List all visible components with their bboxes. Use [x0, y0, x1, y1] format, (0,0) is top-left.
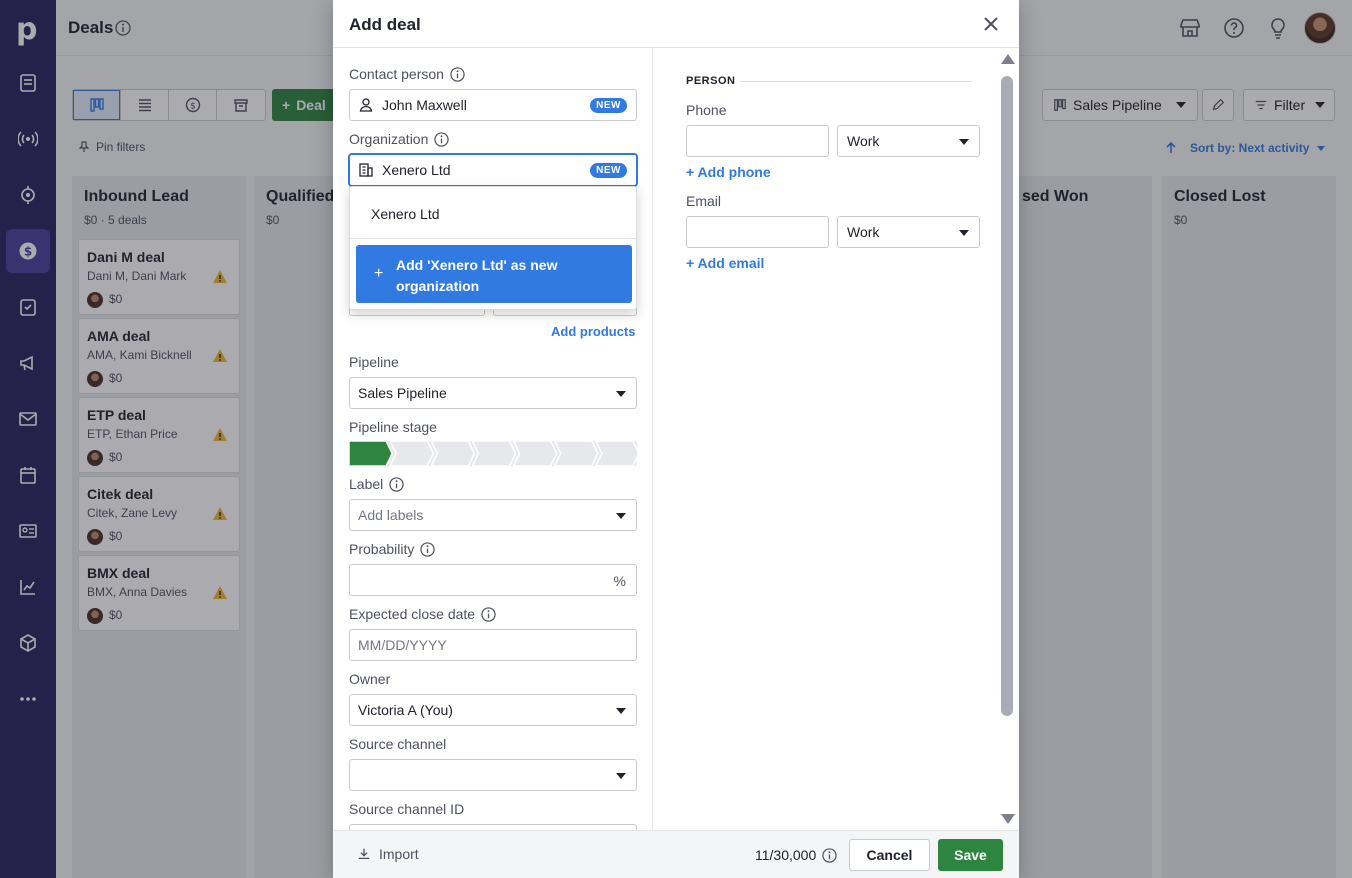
- pipeline-select[interactable]: Sales Pipeline: [349, 377, 637, 409]
- pipeline-stage-6[interactable]: [553, 441, 599, 466]
- email-input[interactable]: [686, 216, 829, 248]
- scrollbar[interactable]: [999, 52, 1015, 828]
- pipeline-stage-3[interactable]: [430, 441, 476, 466]
- owner-label: Owner: [349, 671, 391, 687]
- organization-suggestion-item[interactable]: Xenero Ltd: [350, 187, 636, 239]
- add-new-organization-option[interactable]: + Add 'Xenero Ltd' as new organization: [356, 245, 632, 303]
- scroll-thumb[interactable]: [1001, 76, 1013, 716]
- plus-icon: +: [374, 265, 384, 282]
- contact-person-label: Contact person: [349, 66, 465, 82]
- organization-suggestions: Xenero Ltd + Add 'Xenero Ltd' as new org…: [349, 186, 637, 310]
- close-date-input[interactable]: MM/DD/YYYY: [349, 629, 637, 661]
- email-type-select[interactable]: Work: [837, 216, 980, 248]
- pipeline-stage-chevrons: [349, 441, 637, 466]
- scroll-up-arrow[interactable]: [1001, 54, 1015, 64]
- person-panel: PERSON Phone Work + Add phone Email Work…: [654, 48, 1019, 830]
- cancel-button[interactable]: Cancel: [849, 839, 930, 871]
- organization-field[interactable]: Xenero Ltd NEW: [349, 154, 637, 186]
- pipeline-label: Pipeline: [349, 354, 399, 370]
- building-icon: [359, 163, 373, 177]
- phone-type-select[interactable]: Work: [837, 125, 980, 157]
- pipeline-stage-4[interactable]: [471, 441, 517, 466]
- add-deal-modal: Add deal Contact person John Maxwell NEW…: [333, 0, 1019, 878]
- percent-suffix: %: [613, 573, 626, 589]
- source-channel-id-label: Source channel ID: [349, 801, 465, 817]
- caret-down-icon: [616, 513, 626, 519]
- save-button[interactable]: Save: [938, 839, 1003, 871]
- new-badge: NEW: [590, 98, 627, 113]
- person-icon: [359, 98, 373, 112]
- caret-down-icon: [959, 230, 969, 236]
- pipeline-stage-5[interactable]: [512, 441, 558, 466]
- modal-header: Add deal: [333, 0, 1019, 48]
- pipeline-stage-7[interactable]: [595, 441, 637, 466]
- pipeline-stage-1[interactable]: [349, 441, 393, 466]
- add-phone-link[interactable]: + Add phone: [686, 164, 771, 180]
- email-label: Email: [686, 193, 722, 209]
- import-button[interactable]: Import: [357, 846, 419, 862]
- close-date-label: Expected close date: [349, 606, 496, 622]
- info-icon[interactable]: [822, 847, 837, 863]
- info-icon[interactable]: [420, 541, 436, 557]
- label-select[interactable]: Add labels: [349, 499, 637, 531]
- info-icon[interactable]: [434, 131, 450, 147]
- caret-down-icon: [616, 708, 626, 714]
- add-email-link[interactable]: + Add email: [686, 255, 764, 271]
- pipeline-stage-label: Pipeline stage: [349, 419, 437, 435]
- probability-label: Probability: [349, 541, 436, 557]
- caret-down-icon: [616, 391, 626, 397]
- organization-label: Organization: [349, 131, 450, 147]
- divider: [740, 81, 972, 82]
- modal-footer: Import 11/30,000 Cancel Save: [333, 830, 1019, 878]
- info-icon[interactable]: [450, 66, 465, 82]
- caret-down-icon: [616, 773, 626, 779]
- label-label: Label: [349, 476, 404, 492]
- caret-down-icon: [959, 139, 969, 145]
- phone-input[interactable]: [686, 125, 829, 157]
- deal-count: 11/30,000: [755, 847, 837, 863]
- owner-select[interactable]: Victoria A (You): [349, 694, 637, 726]
- deal-form: Contact person John Maxwell NEW Organiza…: [333, 48, 653, 830]
- source-channel-select[interactable]: [349, 759, 637, 791]
- download-icon: [358, 848, 370, 860]
- new-badge: NEW: [590, 163, 627, 178]
- modal-title: Add deal: [349, 15, 421, 34]
- source-channel-label: Source channel: [349, 736, 447, 752]
- scroll-down-arrow[interactable]: [1001, 814, 1015, 824]
- info-icon[interactable]: [481, 606, 496, 622]
- close-icon[interactable]: [981, 14, 1001, 34]
- pipeline-stage-2[interactable]: [389, 441, 435, 466]
- pipeline-stage-selector: [349, 441, 637, 466]
- contact-person-field[interactable]: John Maxwell NEW: [349, 89, 637, 121]
- probability-input[interactable]: %: [349, 564, 637, 596]
- info-icon[interactable]: [389, 476, 404, 492]
- section-title: PERSON: [686, 75, 736, 87]
- phone-label: Phone: [686, 102, 727, 118]
- add-products-link[interactable]: Add products: [551, 324, 636, 339]
